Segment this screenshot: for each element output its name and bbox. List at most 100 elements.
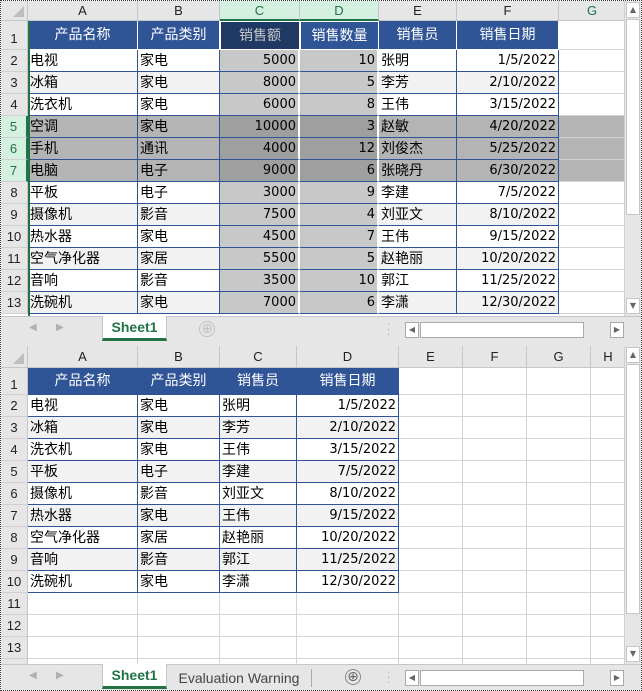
row-header-7[interactable]: 7 — [1, 160, 28, 182]
table-header-cell[interactable]: 产品名称 — [28, 21, 138, 50]
table-cell[interactable]: 9/15/2022 — [457, 226, 559, 248]
table-cell[interactable]: 8000 — [220, 72, 300, 94]
empty-cell[interactable] — [399, 615, 463, 637]
table-cell[interactable]: 影音 — [138, 549, 220, 571]
row-header-1[interactable]: 1 — [1, 21, 28, 50]
empty-cell[interactable] — [527, 439, 591, 461]
empty-cell[interactable] — [463, 417, 527, 439]
empty-cell[interactable] — [527, 571, 591, 593]
table-cell[interactable]: 摄像机 — [28, 483, 138, 505]
table-cell[interactable]: 11/25/2022 — [297, 549, 399, 571]
empty-cell[interactable] — [463, 615, 527, 637]
empty-cell[interactable] — [463, 505, 527, 527]
empty-cell[interactable] — [559, 116, 626, 138]
table-cell[interactable]: 12 — [300, 138, 379, 160]
empty-cell[interactable] — [591, 549, 626, 571]
table-header-cell[interactable]: 销售日期 — [297, 368, 399, 395]
scroll-left-icon[interactable]: ◀ — [405, 322, 419, 338]
table-cell[interactable]: 8/10/2022 — [457, 204, 559, 226]
column-header-f[interactable]: F — [457, 1, 559, 21]
table-cell[interactable]: 6 — [300, 292, 379, 314]
row-header-5[interactable]: 5 — [1, 116, 28, 138]
empty-cell[interactable] — [463, 527, 527, 549]
table-cell[interactable]: 电视 — [28, 50, 138, 72]
table-cell[interactable]: 3000 — [220, 182, 300, 204]
table-cell[interactable]: 郭江 — [379, 270, 457, 292]
table-header-cell[interactable]: 销售日期 — [457, 21, 559, 50]
table-cell[interactable]: 2/10/2022 — [297, 417, 399, 439]
empty-cell[interactable] — [559, 94, 626, 116]
table-cell[interactable]: 家电 — [138, 417, 220, 439]
empty-cell[interactable] — [527, 505, 591, 527]
table-cell[interactable]: 4500 — [220, 226, 300, 248]
table-cell[interactable]: 王伟 — [220, 505, 297, 527]
add-sheet-icon[interactable]: ⊕ — [199, 321, 215, 337]
table-cell[interactable]: 王伟 — [379, 226, 457, 248]
row-header-13[interactable]: 13 — [1, 292, 28, 314]
table-cell[interactable]: 4/20/2022 — [457, 116, 559, 138]
empty-cell[interactable] — [463, 571, 527, 593]
table-cell[interactable]: 7000 — [220, 292, 300, 314]
table-cell[interactable]: 音响 — [28, 270, 138, 292]
empty-cell[interactable] — [591, 571, 626, 593]
table-cell[interactable]: 电视 — [28, 395, 138, 417]
empty-cell[interactable] — [559, 72, 626, 94]
column-header-d[interactable]: D — [300, 1, 379, 21]
bottom-vertical-scrollbar[interactable]: ▲ ▼ — [624, 346, 641, 664]
top-horizontal-scrollbar[interactable]: ◀ ▶ — [405, 322, 625, 338]
empty-cell[interactable] — [559, 50, 626, 72]
empty-cell[interactable] — [591, 615, 626, 637]
empty-cell[interactable] — [527, 527, 591, 549]
table-cell[interactable]: 李建 — [379, 182, 457, 204]
table-cell[interactable]: 5500 — [220, 248, 300, 270]
empty-cell[interactable] — [28, 615, 138, 637]
table-cell[interactable]: 6/30/2022 — [457, 160, 559, 182]
table-cell[interactable]: 影音 — [138, 483, 220, 505]
empty-cell[interactable] — [559, 204, 626, 226]
table-cell[interactable]: 10 — [300, 270, 379, 292]
row-header-2[interactable]: 2 — [1, 50, 28, 72]
table-cell[interactable]: 10000 — [220, 116, 300, 138]
table-cell[interactable]: 空调 — [28, 116, 138, 138]
row-header-12[interactable]: 12 — [1, 615, 28, 637]
scroll-up-icon[interactable]: ▲ — [626, 347, 640, 363]
table-cell[interactable]: 刘俊杰 — [379, 138, 457, 160]
table-cell[interactable]: 10 — [300, 50, 379, 72]
scroll-left-icon[interactable]: ◀ — [405, 670, 419, 686]
table-cell[interactable]: 李建 — [220, 461, 297, 483]
empty-cell[interactable] — [220, 593, 297, 615]
empty-cell[interactable] — [297, 615, 399, 637]
table-cell[interactable]: 冰箱 — [28, 72, 138, 94]
scroll-thumb[interactable] — [626, 364, 640, 614]
empty-cell[interactable] — [220, 637, 297, 659]
tab-sheet1[interactable]: Sheet1 — [102, 316, 167, 341]
table-cell[interactable]: 热水器 — [28, 505, 138, 527]
table-cell[interactable]: 洗碗机 — [28, 571, 138, 593]
table-header-cell[interactable]: 销售额 — [220, 21, 300, 50]
row-header-7[interactable]: 7 — [1, 505, 28, 527]
table-cell[interactable]: 李芳 — [220, 417, 297, 439]
empty-cell[interactable] — [527, 637, 591, 659]
table-cell[interactable]: 6 — [300, 160, 379, 182]
table-cell[interactable]: 家电 — [138, 505, 220, 527]
table-cell[interactable]: 3500 — [220, 270, 300, 292]
table-header-cell[interactable]: 销售员 — [379, 21, 457, 50]
row-header-2[interactable]: 2 — [1, 395, 28, 417]
column-header-c[interactable]: C — [220, 1, 300, 21]
row-header-1[interactable]: 1 — [1, 368, 28, 395]
empty-cell[interactable] — [463, 439, 527, 461]
empty-cell[interactable] — [463, 593, 527, 615]
table-cell[interactable]: 平板 — [28, 461, 138, 483]
row-header-13[interactable]: 13 — [1, 637, 28, 659]
splitter-handle-icon[interactable]: · · · — [387, 321, 390, 341]
empty-cell[interactable] — [527, 368, 591, 395]
empty-cell[interactable] — [591, 505, 626, 527]
tab-sheet1[interactable]: Sheet1 — [102, 664, 167, 689]
table-cell[interactable]: 电脑 — [28, 160, 138, 182]
empty-cell[interactable] — [591, 417, 626, 439]
row-header-4[interactable]: 4 — [1, 439, 28, 461]
empty-cell[interactable] — [463, 395, 527, 417]
empty-cell[interactable] — [591, 439, 626, 461]
empty-cell[interactable] — [591, 395, 626, 417]
empty-cell[interactable] — [138, 637, 220, 659]
